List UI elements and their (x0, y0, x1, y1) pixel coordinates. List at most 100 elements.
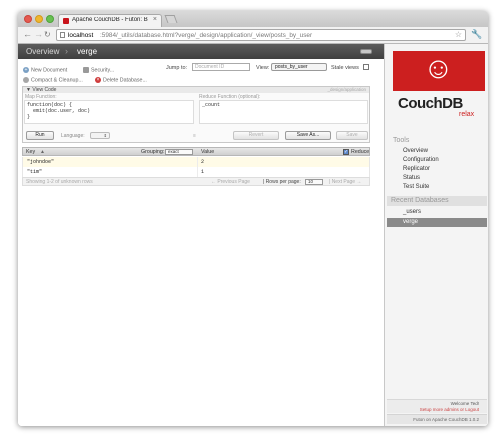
stale-views-label: Stale views (331, 65, 359, 71)
compact-label: Compact & Cleanup... (31, 77, 83, 84)
value-column-header: Value (201, 149, 215, 155)
version-text: Futon on Apache CouchDB 1.0.2 (413, 417, 479, 422)
splitter-handle-icon[interactable]: ≡ (193, 133, 196, 139)
lock-icon (83, 67, 89, 73)
new-tab-button[interactable] (164, 15, 178, 23)
language-select[interactable]: ⇕ (90, 132, 110, 139)
jump-to-input[interactable]: Document ID (192, 63, 250, 71)
couchdb-favicon-icon (63, 18, 69, 24)
stale-views-checkbox[interactable] (363, 64, 369, 70)
forward-arrow-icon[interactable]: → (34, 29, 43, 39)
next-page-link[interactable]: | Next Page → (329, 179, 361, 185)
rows-per-page-select[interactable]: 10 (305, 179, 323, 185)
tools-heading: Tools (393, 137, 410, 144)
selected-database-highlight (387, 218, 487, 227)
breadcrumb-database: verge (77, 47, 98, 56)
pagination-bar: Showing 1-2 of unknown rows ← Previous P… (22, 177, 370, 186)
couchdb-logo: ☺ CouchDB relax (393, 51, 485, 121)
view-code-header[interactable]: ▼ View Code _design/application (23, 87, 369, 93)
delete-database-label: Delete Database... (103, 77, 147, 84)
column-divider (197, 167, 198, 177)
view-label: View: (256, 65, 270, 71)
sidebar-item-test-suite[interactable]: Test Suite (403, 184, 429, 190)
row-value: 2 (201, 159, 205, 165)
url-path: :5984/_utils/database.html?verge/_design… (100, 32, 313, 39)
rows-per-page-label: | Rows per page: (263, 179, 301, 185)
recent-databases-heading: Recent Databases (391, 197, 449, 204)
sidebar-item-configuration[interactable]: Configuration (403, 157, 439, 163)
view-code-panel: ▼ View Code _design/application Map Func… (22, 86, 370, 143)
sidebar-item-users-db[interactable]: _users (403, 209, 421, 215)
previous-page-link[interactable]: ← Previous Page (211, 179, 250, 185)
language-label: Language: (61, 133, 85, 139)
futon-page: Overview › verge + New Document Security.… (18, 44, 488, 426)
sidebar-item-replicator[interactable]: Replicator (403, 166, 430, 172)
security-label: Security... (91, 67, 115, 74)
relaxing-figure-icon: ☺ (423, 52, 454, 85)
grouping-select[interactable]: exact (165, 149, 193, 155)
table-row[interactable]: "tim" 1 (22, 167, 370, 177)
wrench-menu-icon[interactable]: 🔧 (471, 29, 482, 40)
grouping-label: Grouping: (141, 149, 165, 155)
revert-button[interactable]: Revert (233, 131, 279, 140)
address-bar[interactable]: localhost :5984/_utils/database.html?ver… (56, 29, 466, 41)
delete-icon: × (95, 77, 101, 83)
user-info: Welcome Ted! Setup more admins or Logout (387, 399, 487, 413)
security-button[interactable]: Security... (83, 67, 114, 73)
tab-title: Apache CouchDB - Futon: B (72, 17, 148, 23)
reduce-checkbox[interactable]: ✓ (343, 149, 349, 155)
logo-wordmark: CouchDB (398, 95, 463, 112)
row-count-status: Showing 1-2 of unknown rows (26, 179, 93, 185)
compact-cleanup-button[interactable]: Compact & Cleanup... (23, 77, 83, 83)
admin-links[interactable]: Setup more admins or Logout (420, 407, 479, 412)
key-column-header[interactable]: Key (26, 149, 35, 155)
table-row[interactable]: "johndoe" 2 (22, 157, 370, 167)
breadcrumb-separator: › (65, 46, 68, 56)
save-button[interactable]: Save (336, 131, 368, 140)
page-icon (60, 32, 65, 38)
run-button[interactable]: Run (26, 131, 54, 140)
welcome-text: Welcome Ted! (450, 401, 479, 406)
sidebar-item-verge-db[interactable]: verge (403, 219, 418, 225)
tab-close-icon[interactable]: × (153, 16, 157, 23)
logo-tagline: relax (459, 111, 475, 118)
breadcrumb-overview-link[interactable]: Overview (26, 47, 59, 56)
reduce-function-editor[interactable]: _count (199, 100, 368, 124)
grid-header: Key ▲ Grouping: exact Value ✓ Reduce (22, 147, 370, 156)
design-doc-name: _design/application (327, 87, 366, 92)
minimize-window-button[interactable] (35, 15, 43, 23)
reload-icon[interactable]: ↻ (44, 30, 51, 39)
row-value: 1 (201, 169, 205, 175)
map-function-editor[interactable]: function(doc) { emit(doc.user, doc) } (24, 100, 194, 124)
reduce-label: Reduce (351, 149, 370, 155)
row-key: "johndoe" (27, 159, 55, 165)
back-arrow-icon[interactable]: ← (23, 29, 32, 39)
tab-strip: Apache CouchDB - Futon: B × (18, 11, 488, 27)
sidebar-item-status[interactable]: Status (403, 175, 420, 181)
sidebar: ☺ CouchDB relax Tools Overview Configura… (384, 44, 488, 426)
sidebar-item-overview[interactable]: Overview (403, 148, 428, 154)
version-footer: Futon on Apache CouchDB 1.0.2 (387, 414, 487, 424)
main-content: + New Document Security... Compact & Clea… (18, 59, 384, 426)
close-window-button[interactable] (24, 15, 32, 23)
delete-database-button[interactable]: × Delete Database... (95, 77, 147, 83)
view-select[interactable]: posts_by_user (271, 63, 327, 71)
browser-tab[interactable]: Apache CouchDB - Futon: B × (58, 14, 162, 27)
breadcrumb: Overview › verge (18, 44, 384, 59)
row-key: "tim" (27, 169, 43, 175)
jump-to-label: Jump to: (166, 65, 188, 71)
column-divider (197, 157, 198, 167)
browser-window: Apache CouchDB - Futon: B × ← → ↻ localh… (18, 11, 488, 426)
zoom-window-button[interactable] (46, 15, 54, 23)
new-document-label: New Document (31, 67, 68, 74)
save-as-button[interactable]: Save As... (285, 131, 331, 140)
sort-ascending-icon[interactable]: ▲ (40, 149, 45, 155)
url-host: localhost (68, 32, 94, 39)
plus-icon: + (23, 67, 29, 73)
bookmark-star-icon[interactable]: ☆ (455, 30, 462, 39)
view-code-title: ▼ View Code (26, 87, 57, 93)
compact-icon (23, 77, 29, 83)
browser-toolbar: ← → ↻ localhost :5984/_utils/database.ht… (18, 27, 488, 44)
new-document-button[interactable]: + New Document (23, 67, 67, 73)
sidebar-toggle-icon[interactable] (360, 49, 372, 54)
